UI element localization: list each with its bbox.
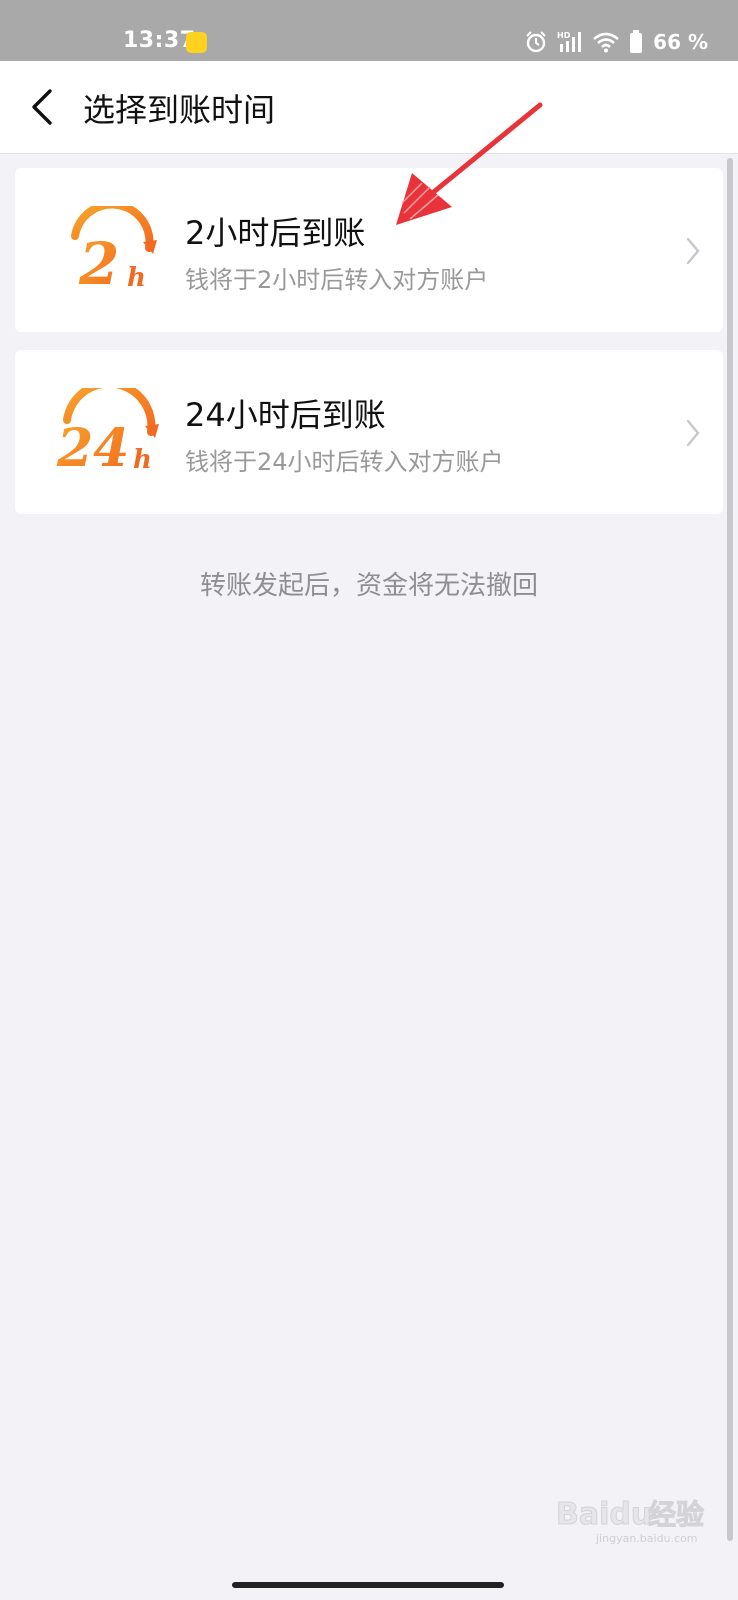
baidu-jingyan-watermark: Baidu 经验 jingyan.baidu.com xyxy=(556,1497,705,1546)
app-notification-icon xyxy=(186,32,207,53)
clock-2h-icon: 2 h xyxy=(71,206,157,296)
svg-text:jingyan.baidu.com: jingyan.baidu.com xyxy=(595,1532,698,1545)
annotation-arrow-icon xyxy=(396,102,543,225)
option-2h-card[interactable]: 2 h 2小时后到账 钱将于2小时后转入对方账户 xyxy=(15,168,723,332)
battery-percentage: 66 % xyxy=(653,30,708,54)
svg-text:经验: 经验 xyxy=(648,1498,704,1531)
alarm-icon xyxy=(526,31,546,53)
battery-icon xyxy=(630,30,643,53)
option-subtitle: 钱将于2小时后转入对方账户 xyxy=(185,266,489,294)
option-subtitle: 钱将于24小时后转入对方账户 xyxy=(185,448,504,476)
svg-text:2: 2 xyxy=(78,230,119,296)
page-title: 选择到账时间 xyxy=(83,91,276,129)
back-button[interactable] xyxy=(22,83,66,131)
svg-text:h: h xyxy=(133,445,152,475)
svg-text:24: 24 xyxy=(56,418,129,478)
svg-text:h: h xyxy=(127,263,146,293)
scrollbar[interactable] xyxy=(727,158,733,1541)
chevron-right-icon xyxy=(686,419,700,447)
status-icons: HD 66 % xyxy=(525,29,708,55)
option-24h-card[interactable]: 24 h 24小时后到账 钱将于24小时后转入对方账户 xyxy=(15,350,723,514)
home-indicator[interactable] xyxy=(232,1582,504,1588)
status-time: 13:37 xyxy=(123,28,196,53)
chevron-left-icon xyxy=(32,89,52,125)
chevron-right-icon xyxy=(686,237,700,265)
hd-signal-icon: HD xyxy=(557,31,582,52)
irreversible-hint: 转账发起后，资金将无法撤回 xyxy=(199,571,538,601)
clock-24h-icon: 24 h xyxy=(56,388,159,478)
svg-text:Baidu: Baidu xyxy=(556,1497,652,1532)
status-bar: 13:37 HD 66 % xyxy=(0,0,738,61)
navigation-bar: 选择到账时间 xyxy=(0,61,738,154)
option-title: 24小时后到账 xyxy=(185,396,386,434)
svg-text:HD: HD xyxy=(557,31,571,40)
wifi-icon xyxy=(593,32,619,53)
option-title: 2小时后到账 xyxy=(185,214,366,252)
